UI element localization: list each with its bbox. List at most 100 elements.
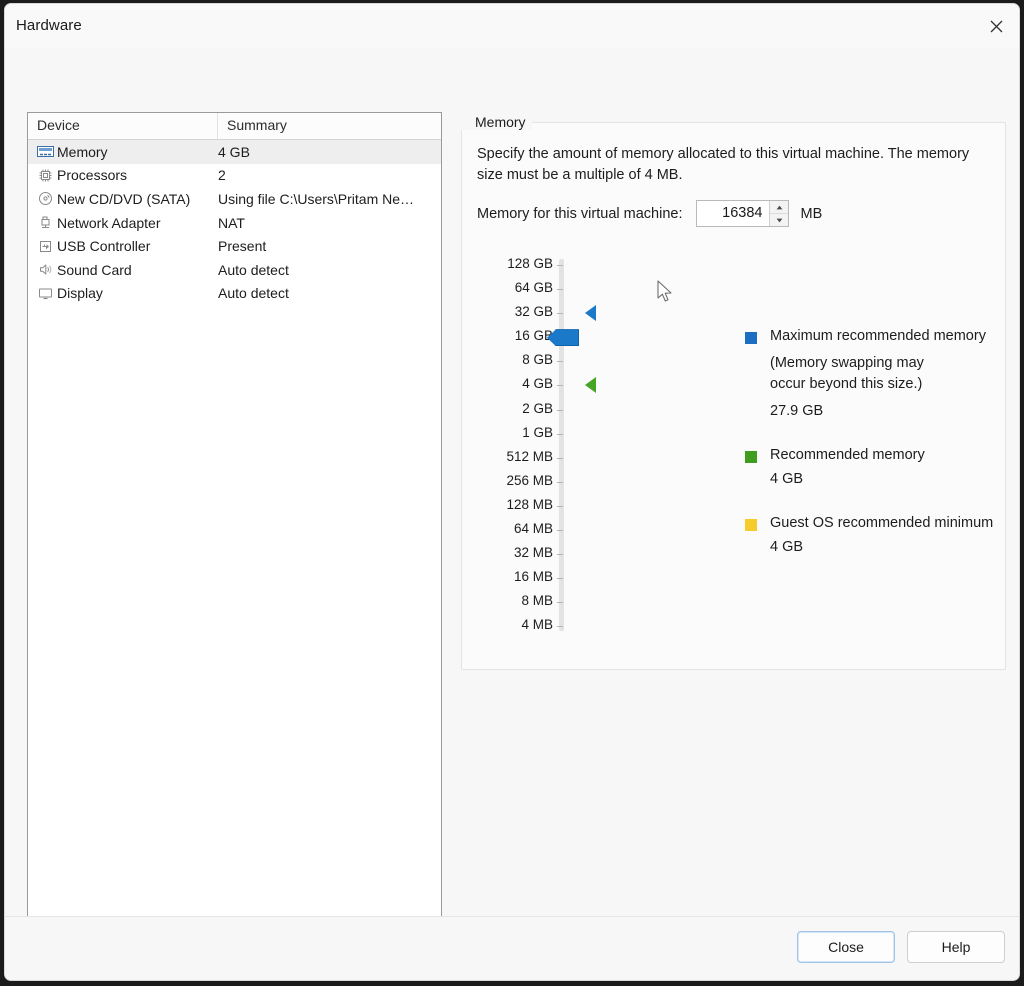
legend-title: Maximum recommended memory xyxy=(745,328,1000,344)
table-row[interactable]: USB Controller Present xyxy=(28,234,441,258)
device-name-cell: Network Adapter xyxy=(28,215,218,231)
scale-row: 256 MB xyxy=(477,473,597,497)
scale-row: 512 MB xyxy=(477,449,597,473)
legend-item-maximum: Maximum recommended memory (Memory swapp… xyxy=(745,328,1000,419)
scale-row: 32 GB xyxy=(477,304,597,328)
scale-tick xyxy=(557,458,563,459)
table-row[interactable]: Processors 2 xyxy=(28,164,441,188)
close-window-button[interactable] xyxy=(973,4,1019,48)
max-recommended-marker xyxy=(585,305,596,321)
scale-label: 4 MB xyxy=(521,617,553,632)
device-name-cell: Processors xyxy=(28,167,218,183)
scale-label: 256 MB xyxy=(506,473,553,488)
device-name-cell: New CD/DVD (SATA) xyxy=(28,191,218,207)
scale-label: 512 MB xyxy=(506,449,553,464)
legend-item-guest-minimum: Guest OS recommended minimum 4 GB xyxy=(745,515,1000,555)
footer-buttons: Close Help xyxy=(797,931,1005,963)
device-list-header: Device Summary xyxy=(28,113,441,140)
hardware-dialog: Hardware Device Summary xyxy=(4,3,1020,981)
scale-tick xyxy=(557,626,563,627)
memory-icon xyxy=(36,144,54,160)
scale-label: 8 GB xyxy=(522,352,553,367)
scale-tick xyxy=(557,385,563,386)
table-row[interactable]: Network Adapter NAT xyxy=(28,211,441,235)
device-label: New CD/DVD (SATA) xyxy=(57,191,190,207)
memory-input[interactable] xyxy=(697,201,769,226)
legend-swatch-green xyxy=(745,451,757,463)
help-button[interactable]: Help xyxy=(907,931,1005,963)
scale-tick xyxy=(557,289,563,290)
memory-spinner[interactable] xyxy=(696,200,789,227)
spinner-down-button[interactable] xyxy=(770,214,788,226)
table-row[interactable]: Display Auto detect xyxy=(28,282,441,306)
legend-value: 27.9 GB xyxy=(745,403,1000,419)
display-icon xyxy=(36,285,54,301)
scale-label: 4 GB xyxy=(522,376,553,391)
scale-tick xyxy=(557,265,563,266)
device-summary-cell: NAT xyxy=(218,215,441,231)
column-header-summary: Summary xyxy=(218,113,441,139)
scale-row: 128 GB xyxy=(477,256,597,280)
scale-row: 4 MB xyxy=(477,617,597,641)
scale-row: 8 MB xyxy=(477,593,597,617)
scale-label: 16 MB xyxy=(514,569,553,584)
scale-tick xyxy=(557,410,563,411)
scale-row: 128 MB xyxy=(477,497,597,521)
close-button[interactable]: Close xyxy=(797,931,895,963)
device-name-cell: USB Controller xyxy=(28,238,218,254)
scale-row: 64 MB xyxy=(477,521,597,545)
title-bar: Hardware xyxy=(5,4,1019,48)
scale-label: 128 MB xyxy=(506,497,553,512)
scale-row: 16 GB xyxy=(477,328,597,352)
scale-tick xyxy=(557,506,563,507)
memory-slider[interactable]: 128 GB 64 GB 32 GB 16 GB 8 GB xyxy=(477,256,597,636)
scale-label: 64 GB xyxy=(515,280,553,295)
scale-row: 16 MB xyxy=(477,569,597,593)
scale-tick xyxy=(557,313,563,314)
scale-label: 16 GB xyxy=(515,328,553,343)
scale-tick xyxy=(557,578,563,579)
device-name-cell: Memory xyxy=(28,144,218,160)
scale-label: 64 MB xyxy=(514,521,553,536)
memory-legend: Maximum recommended memory (Memory swapp… xyxy=(745,328,1000,573)
device-summary-cell: Present xyxy=(218,238,441,254)
table-row[interactable]: Sound Card Auto detect xyxy=(28,258,441,282)
device-label: Memory xyxy=(57,144,108,160)
scale-tick xyxy=(557,361,563,362)
memory-field-label: Memory for this virtual machine: xyxy=(477,206,682,222)
device-summary-cell: Auto detect xyxy=(218,285,441,301)
table-row[interactable]: New CD/DVD (SATA) Using file C:\Users\Pr… xyxy=(28,187,441,211)
device-name-cell: Display xyxy=(28,285,218,301)
spinner-up-button[interactable] xyxy=(770,201,788,214)
device-label: Display xyxy=(57,285,103,301)
legend-title: Recommended memory xyxy=(745,447,1000,463)
chevron-up-icon xyxy=(776,205,783,210)
usb-icon xyxy=(36,238,54,254)
scale-row: 2 GB xyxy=(477,401,597,425)
device-summary-cell: Using file C:\Users\Pritam Ne… xyxy=(218,191,441,207)
table-row[interactable]: Memory 4 GB xyxy=(28,140,441,164)
sound-icon xyxy=(36,262,54,278)
scale-label: 8 MB xyxy=(521,593,553,608)
spinner-buttons xyxy=(769,201,788,226)
scale-tick xyxy=(557,434,563,435)
memory-group-title: Memory xyxy=(461,114,532,130)
scale-row: 64 GB xyxy=(477,280,597,304)
scale-label: 32 GB xyxy=(515,304,553,319)
scale-label: 128 GB xyxy=(507,256,553,271)
legend-swatch-yellow xyxy=(745,519,757,531)
dialog-footer: Close Help xyxy=(5,916,1019,980)
memory-field-row: Memory for this virtual machine: xyxy=(477,200,822,227)
processor-icon xyxy=(36,167,54,183)
scale-tick xyxy=(557,602,563,603)
legend-value: 4 GB xyxy=(745,471,1000,487)
recommended-marker xyxy=(585,377,596,393)
scale-row: 4 GB xyxy=(477,376,597,400)
device-label: Sound Card xyxy=(57,262,132,278)
device-name-cell: Sound Card xyxy=(28,262,218,278)
scale-tick xyxy=(557,530,563,531)
memory-description: Specify the amount of memory allocated t… xyxy=(477,144,989,186)
scale-label: 32 MB xyxy=(514,545,553,560)
device-rows: Memory 4 GB Processors xyxy=(28,140,441,305)
scale-row: 1 GB xyxy=(477,425,597,449)
